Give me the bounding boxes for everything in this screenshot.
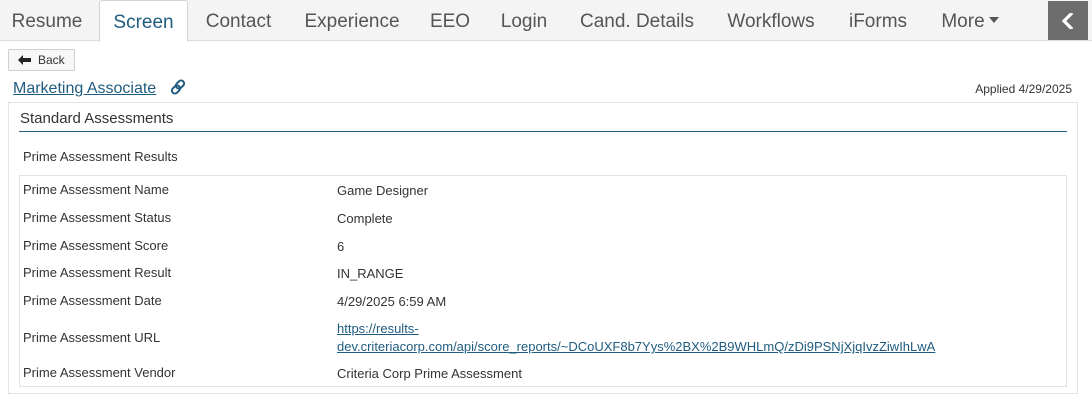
section-title: Prime Assessment Results (23, 149, 178, 164)
row-label: Prime Assessment Name (23, 182, 169, 197)
panel-title: Standard Assessments (20, 110, 174, 127)
row-value: 6 (337, 239, 345, 254)
url-line-2: dev.criteriacorp.com/api/score_reports/~… (337, 339, 936, 354)
job-title-link[interactable]: Marketing Associate (13, 80, 156, 98)
row-value: Criteria Corp Prime Assessment (337, 366, 522, 381)
tab-resume[interactable]: Resume (0, 0, 94, 41)
tab-login[interactable]: Login (490, 0, 558, 41)
collapse-panel-button[interactable] (1048, 1, 1088, 40)
tab-iforms[interactable]: iForms (836, 0, 920, 41)
tab-more[interactable]: More (928, 0, 1012, 41)
standard-assessments-panel: Standard Assessments Prime Assessment Re… (8, 102, 1078, 394)
row-value: Game Designer (337, 183, 429, 198)
tab-contact[interactable]: Contact (192, 0, 285, 41)
tab-workflows[interactable]: Workflows (716, 0, 826, 41)
row-label: Prime Assessment Result (23, 265, 172, 280)
arrow-left-icon (18, 55, 31, 65)
row-value: IN_RANGE (337, 266, 404, 281)
row-value: Complete (337, 211, 393, 226)
row-value: https://results-dev.criteriacorp.com/api… (337, 320, 1037, 356)
panel-divider (19, 131, 1067, 132)
link-icon[interactable] (170, 79, 186, 100)
chevron-left-icon (1062, 12, 1074, 29)
tab-more-label: More (941, 11, 985, 32)
url-line-1: https://results- (337, 321, 419, 336)
tab-bar: Resume Screen Contact Experience EEO Log… (0, 0, 1092, 42)
results-table: Prime Assessment Name Game Designer Prim… (19, 175, 1067, 387)
applied-date: Applied 4/29/2025 (975, 82, 1072, 96)
back-button-label: Back (38, 53, 65, 67)
row-label: Prime Assessment URL (23, 330, 161, 345)
tab-cand-details[interactable]: Cand. Details (568, 0, 706, 41)
tab-experience[interactable]: Experience (291, 0, 413, 41)
row-label: Prime Assessment Date (23, 293, 162, 308)
assessment-url-link[interactable]: https://results-dev.criteriacorp.com/api… (337, 321, 935, 354)
row-label: Prime Assessment Vendor (23, 365, 176, 380)
tab-eeo[interactable]: EEO (420, 0, 480, 41)
row-value: 4/29/2025 6:59 AM (337, 294, 447, 309)
row-label: Prime Assessment Score (23, 238, 169, 253)
row-label: Prime Assessment Status (23, 210, 172, 225)
caret-down-icon (988, 16, 999, 23)
back-button[interactable]: Back (8, 49, 75, 71)
tab-screen[interactable]: Screen (99, 0, 188, 42)
